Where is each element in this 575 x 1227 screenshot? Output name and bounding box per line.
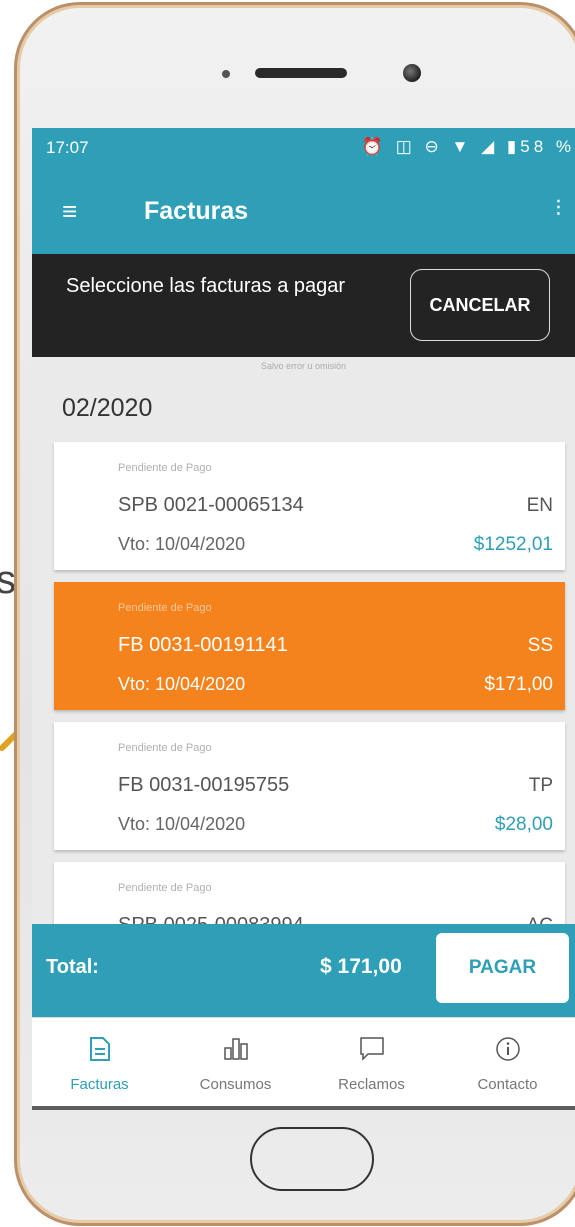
screen-bottom-edge	[32, 1106, 575, 1110]
sensor-dot	[222, 70, 230, 78]
info-icon	[440, 1036, 575, 1062]
invoice-card[interactable]: Pendiente de Pago FB 0031-00195755 TP Vt…	[54, 722, 565, 850]
total-amount: $ 171,00	[320, 955, 402, 978]
menu-icon[interactable]: ≡	[62, 196, 77, 227]
nav-label: Contacto	[477, 1076, 538, 1093]
battery-percent: 58 %	[520, 137, 575, 156]
nav-label: Facturas	[70, 1076, 129, 1093]
invoice-card[interactable]: Pendiente de Pago SPB 0021-00065134 EN V…	[54, 442, 565, 570]
invoice-number: FB 0031-00191141	[118, 634, 288, 656]
wifi-icon: ▼	[451, 137, 473, 156]
nav-item-reclamos[interactable]: Reclamos	[304, 1018, 439, 1110]
invoice-due-date: Vto: 10/04/2020	[118, 534, 246, 554]
home-button[interactable]	[250, 1127, 374, 1191]
invoice-due-date: Vto: 10/04/2020	[118, 814, 246, 834]
cancel-button[interactable]: CANCELAR	[410, 269, 550, 341]
battery-icon: ▮	[506, 137, 521, 156]
nav-label: Reclamos	[338, 1076, 405, 1093]
filter-icon[interactable]: ⫶	[555, 196, 561, 222]
page-fragment-letter: s	[0, 558, 16, 602]
selection-message: Seleccione las facturas a pagar	[66, 275, 346, 297]
nav-label: Consumos	[199, 1076, 272, 1093]
signal-icon: ◢	[481, 137, 499, 156]
page-title: Facturas	[144, 197, 249, 225]
status-icons: ⏰ ◫ ⊖ ▼ ◢ ▮58 %	[362, 137, 575, 157]
invoice-amount: $1252,01	[473, 534, 553, 555]
front-camera	[403, 64, 421, 82]
invoice-code: SS	[527, 635, 553, 656]
dnd-icon: ⊖	[424, 137, 443, 156]
speaker-grille	[255, 68, 347, 78]
invoice-card-selected[interactable]: Pendiente de Pago FB 0031-00191141 SS Vt…	[54, 582, 565, 710]
invoice-status: Pendiente de Pago	[118, 462, 212, 474]
period-heading: 02/2020	[62, 394, 153, 422]
invoice-amount: $171,00	[484, 674, 553, 695]
total-label: Total:	[46, 956, 99, 978]
invoice-due-date: Vto: 10/04/2020	[118, 674, 246, 694]
status-time: 17:07	[46, 138, 89, 157]
invoice-amount: $28,00	[494, 814, 553, 835]
invoice-code: EN	[526, 495, 553, 516]
invoice-number: FB 0031-00195755	[118, 774, 290, 796]
chat-icon	[304, 1036, 439, 1062]
pay-button[interactable]: PAGAR	[436, 933, 569, 1003]
alarm-icon: ⏰	[361, 137, 387, 156]
bottom-nav: Facturas Consumos Reclamos Contacto	[32, 1017, 575, 1110]
status-bar: 17:07 ⏰ ◫ ⊖ ▼ ◢ ▮58 %	[32, 128, 575, 168]
total-bar: Total: $ 171,00 PAGAR	[32, 924, 575, 1017]
nav-item-contacto[interactable]: Contacto	[440, 1018, 575, 1110]
bar-chart-icon	[168, 1036, 303, 1060]
app-screen: 17:07 ⏰ ◫ ⊖ ▼ ◢ ▮58 % ≡ Facturas ⫶ Selec…	[32, 128, 575, 1110]
invoice-status: Pendiente de Pago	[118, 602, 212, 614]
vibrate-icon: ◫	[395, 137, 416, 156]
invoice-status: Pendiente de Pago	[118, 742, 212, 754]
selection-bar: Seleccione las facturas a pagar CANCELAR	[32, 254, 575, 357]
invoice-status: Pendiente de Pago	[118, 882, 212, 894]
invoice-number: SPB 0021-00065134	[118, 494, 304, 516]
invoice-code: TP	[528, 775, 553, 796]
document-icon	[32, 1036, 167, 1062]
nav-item-facturas[interactable]: Facturas	[32, 1018, 167, 1110]
app-bar: ≡ Facturas ⫶	[32, 168, 575, 254]
disclaimer-note: Salvo error u omisión	[260, 361, 347, 371]
nav-item-consumos[interactable]: Consumos	[168, 1018, 303, 1110]
